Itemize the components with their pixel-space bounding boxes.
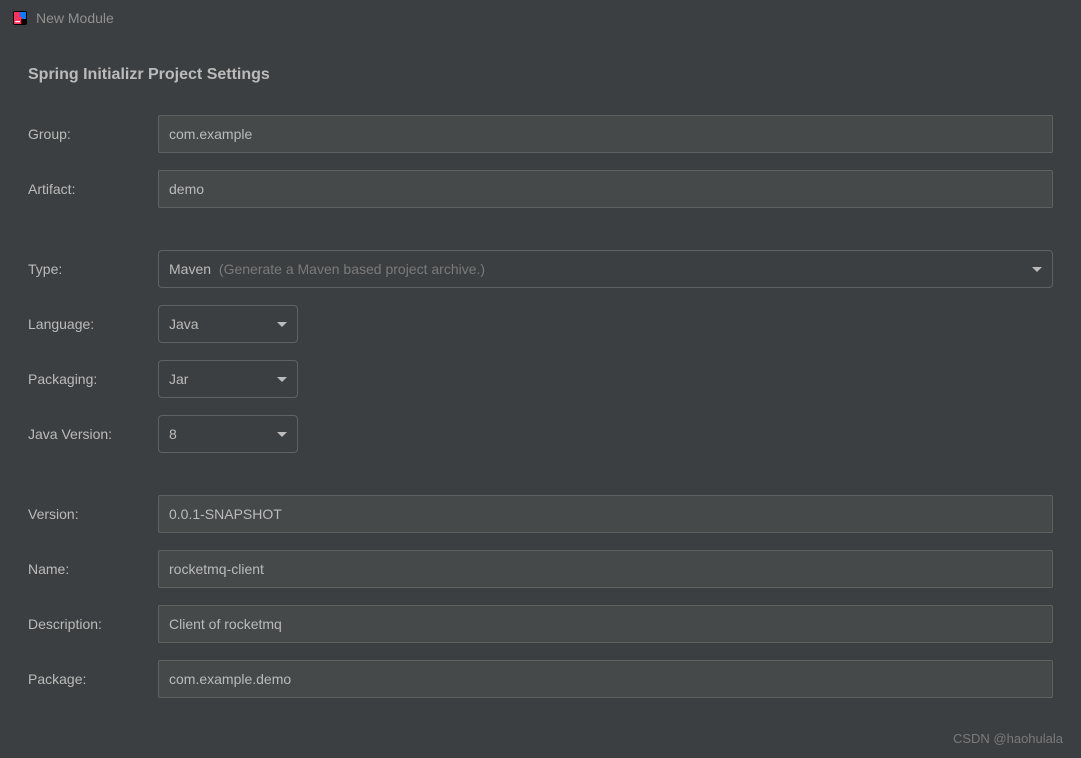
window-title: New Module [36, 10, 114, 26]
dropdown-type-value: Maven [169, 261, 211, 277]
dropdown-java-version-value: 8 [169, 426, 269, 442]
row-description: Description: [28, 604, 1053, 644]
dropdown-language-value: Java [169, 316, 269, 332]
watermark: CSDN @haohulala [953, 731, 1063, 746]
input-package[interactable] [158, 660, 1053, 698]
row-version: Version: [28, 494, 1053, 534]
label-language: Language: [28, 316, 158, 332]
dropdown-packaging-value: Jar [169, 371, 269, 387]
chevron-down-icon [1032, 267, 1042, 272]
label-packaging: Packaging: [28, 371, 158, 387]
row-packaging: Packaging: Jar [28, 359, 1053, 399]
dropdown-java-version[interactable]: 8 [158, 415, 298, 453]
label-artifact: Artifact: [28, 181, 158, 197]
row-type: Type: Maven (Generate a Maven based proj… [28, 249, 1053, 289]
chevron-down-icon [277, 322, 287, 327]
label-type: Type: [28, 261, 158, 277]
input-description[interactable] [158, 605, 1053, 643]
dropdown-packaging[interactable]: Jar [158, 360, 298, 398]
dropdown-type-text: Maven (Generate a Maven based project ar… [169, 261, 1024, 277]
input-artifact[interactable] [158, 170, 1053, 208]
input-group[interactable] [158, 115, 1053, 153]
row-language: Language: Java [28, 304, 1053, 344]
chevron-down-icon [277, 377, 287, 382]
label-version: Version: [28, 506, 158, 522]
intellij-icon [12, 10, 28, 26]
input-version[interactable] [158, 495, 1053, 533]
dropdown-type-hint: (Generate a Maven based project archive.… [219, 261, 485, 277]
dropdown-type[interactable]: Maven (Generate a Maven based project ar… [158, 250, 1053, 288]
row-package: Package: [28, 659, 1053, 699]
titlebar: New Module [0, 0, 1081, 36]
label-group: Group: [28, 126, 158, 142]
label-description: Description: [28, 616, 158, 632]
row-group: Group: [28, 114, 1053, 154]
dropdown-language[interactable]: Java [158, 305, 298, 343]
row-java-version: Java Version: 8 [28, 414, 1053, 454]
row-name: Name: [28, 549, 1053, 589]
section-title: Spring Initializr Project Settings [28, 66, 1053, 84]
label-name: Name: [28, 561, 158, 577]
content-area: Spring Initializr Project Settings Group… [0, 36, 1081, 699]
label-java-version: Java Version: [28, 426, 158, 442]
chevron-down-icon [277, 432, 287, 437]
label-package: Package: [28, 671, 158, 687]
input-name[interactable] [158, 550, 1053, 588]
row-artifact: Artifact: [28, 169, 1053, 209]
